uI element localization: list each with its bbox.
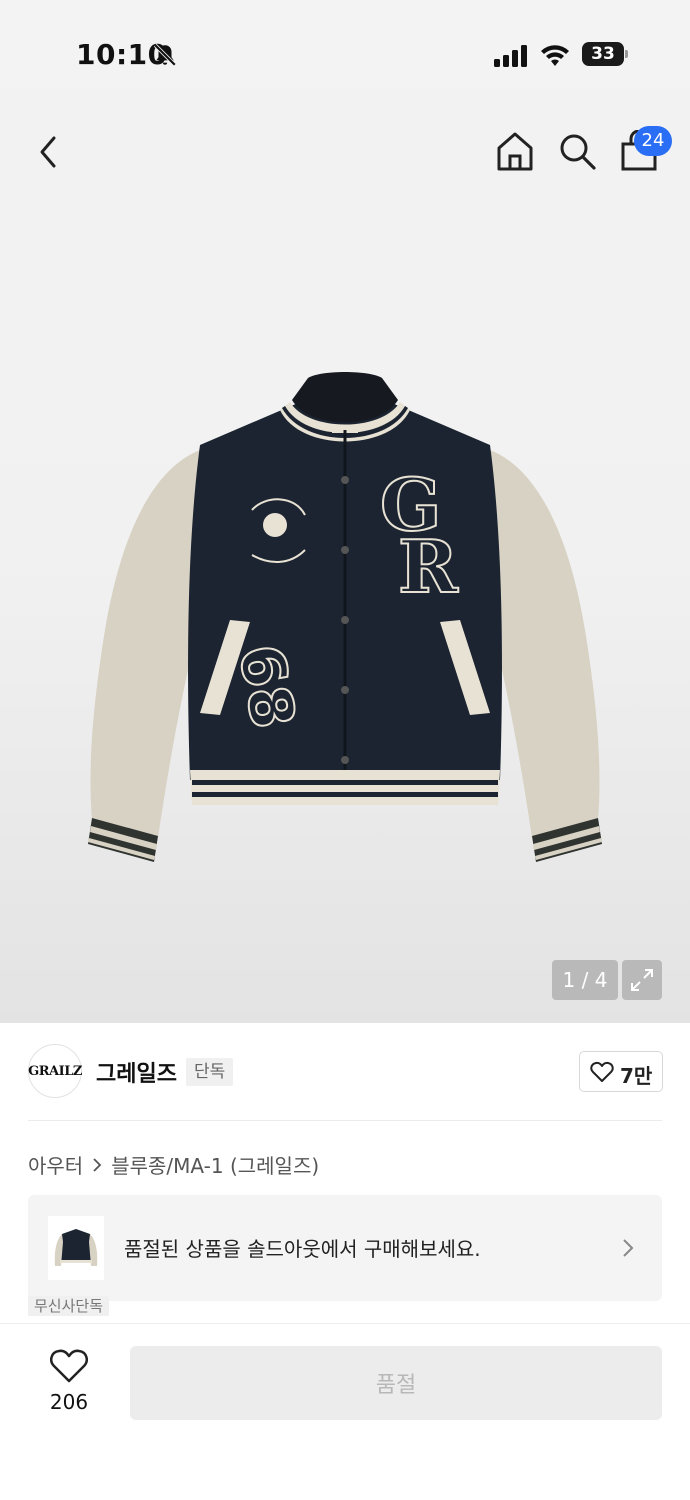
chevron-right-icon: [93, 1157, 102, 1172]
svg-text:68: 68: [224, 639, 307, 733]
product-image-area[interactable]: 10:10 33 24 G R 68 1 / 4: [0, 0, 690, 1023]
expand-icon[interactable]: [622, 960, 662, 1000]
breadcrumb-category[interactable]: 아우터: [28, 1150, 83, 1179]
status-bar: 10:10 33: [0, 36, 690, 76]
heart-icon: [590, 1061, 614, 1082]
divider: [28, 1120, 662, 1121]
brand-like-button[interactable]: 7만: [579, 1051, 663, 1092]
cart-count-badge: 24: [634, 126, 672, 156]
svg-text:R: R: [398, 524, 459, 609]
wifi-icon: [541, 45, 569, 66]
chevron-left-icon[interactable]: [30, 130, 70, 174]
heart-icon[interactable]: [50, 1348, 88, 1384]
signal-icon: [494, 45, 527, 67]
battery-level: 33: [582, 42, 624, 66]
image-counter: 1 / 4: [552, 960, 618, 1000]
soldout-thumbnail: [48, 1216, 104, 1280]
buy-button[interactable]: 품절: [130, 1346, 662, 1420]
exclusive-tag: 단독: [186, 1058, 234, 1086]
brand-logo[interactable]: GRAILZ: [28, 1044, 82, 1098]
breadcrumb: 아우터 블루종/MA-1 (그레일즈): [28, 1150, 319, 1179]
bell-slash-icon: [153, 43, 177, 67]
search-icon[interactable]: [556, 130, 598, 172]
partial-tag: 무신사단독: [28, 1296, 110, 1316]
brand-logo-text: GRAILZ: [28, 1063, 82, 1079]
product-photo[interactable]: G R 68: [80, 370, 610, 870]
battery-icon: 33: [582, 42, 628, 68]
breadcrumb-subcategory[interactable]: 블루종/MA-1 (그레일즈): [111, 1150, 319, 1179]
brand-name[interactable]: 그레일즈: [96, 1056, 177, 1088]
soldout-banner-text: 품절된 상품을 솔드아웃에서 구매해보세요.: [124, 1237, 481, 1261]
brand-like-count: 7만: [620, 1064, 653, 1088]
chevron-right-icon: [623, 1239, 634, 1257]
wish-count: 206: [49, 1390, 89, 1414]
home-icon[interactable]: [494, 130, 536, 172]
